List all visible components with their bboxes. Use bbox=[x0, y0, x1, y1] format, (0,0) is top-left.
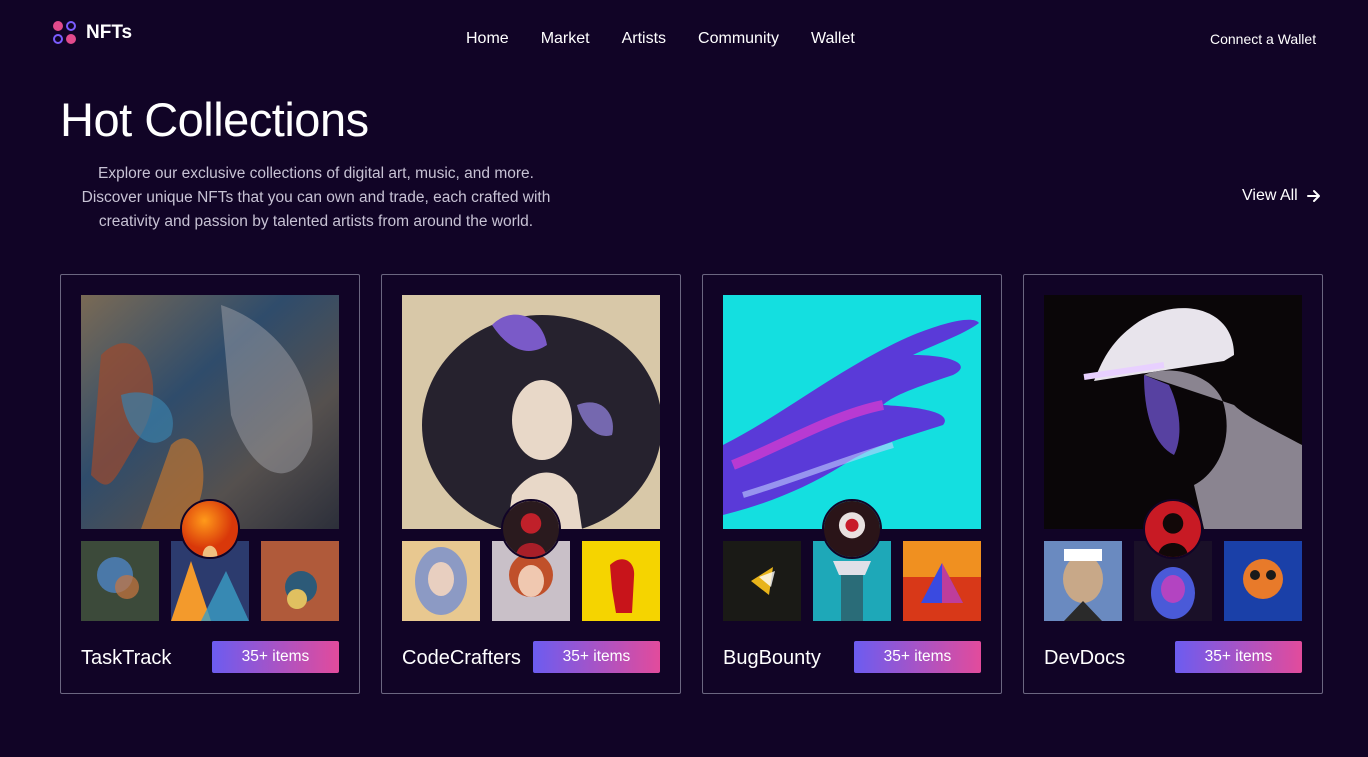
creator-avatar[interactable] bbox=[180, 499, 240, 559]
arrow-right-icon bbox=[1306, 188, 1322, 204]
collection-thumbnail[interactable] bbox=[402, 541, 480, 621]
page-description: Explore our exclusive collections of dig… bbox=[81, 165, 551, 230]
collection-name[interactable]: DevDocs bbox=[1044, 647, 1125, 670]
item-count-badge[interactable]: 35+ items bbox=[854, 641, 981, 673]
item-count-badge[interactable]: 35+ items bbox=[1175, 641, 1302, 673]
brand-logo-icon bbox=[52, 20, 78, 46]
page-title: Hot Collections bbox=[60, 93, 369, 146]
top-nav: NFTs Home Market Artists Community Walle… bbox=[0, 0, 1368, 80]
collection-thumbnail[interactable] bbox=[582, 541, 660, 621]
main-menu: Home Market Artists Community Wallet bbox=[466, 30, 855, 48]
collection-thumbnail[interactable] bbox=[261, 541, 339, 621]
item-count-badge[interactable]: 35+ items bbox=[533, 641, 660, 673]
collection-card[interactable]: TaskTrack 35+ items bbox=[60, 274, 360, 694]
collection-card[interactable]: DevDocs 35+ items bbox=[1023, 274, 1323, 694]
collection-card[interactable]: CodeCrafters 35+ items bbox=[381, 274, 681, 694]
nav-market[interactable]: Market bbox=[541, 30, 590, 48]
collection-thumbnail[interactable] bbox=[903, 541, 981, 621]
connect-wallet-button[interactable]: Connect a Wallet bbox=[1210, 31, 1316, 47]
collection-thumbnail[interactable] bbox=[1044, 541, 1122, 621]
view-all-link[interactable]: View All bbox=[1242, 187, 1322, 205]
creator-avatar[interactable] bbox=[822, 499, 882, 559]
collection-name[interactable]: CodeCrafters bbox=[402, 647, 521, 670]
collection-main-image[interactable] bbox=[723, 295, 981, 529]
nav-artists[interactable]: Artists bbox=[622, 30, 666, 48]
collection-main-image[interactable] bbox=[402, 295, 660, 529]
view-all-label: View All bbox=[1242, 187, 1298, 204]
collection-name[interactable]: TaskTrack bbox=[81, 647, 171, 670]
collection-main-image[interactable] bbox=[81, 295, 339, 529]
nav-community[interactable]: Community bbox=[698, 30, 779, 48]
creator-avatar[interactable] bbox=[501, 499, 561, 559]
nav-home[interactable]: Home bbox=[466, 30, 509, 48]
brand[interactable]: NFTs bbox=[52, 20, 132, 46]
collection-card[interactable]: BugBounty 35+ items bbox=[702, 274, 1002, 694]
brand-name: NFTs bbox=[86, 22, 133, 43]
creator-avatar[interactable] bbox=[1143, 499, 1203, 559]
collection-main-image[interactable] bbox=[1044, 295, 1302, 529]
collection-thumbnail[interactable] bbox=[81, 541, 159, 621]
item-count-badge[interactable]: 35+ items bbox=[212, 641, 339, 673]
collection-thumbnail[interactable] bbox=[723, 541, 801, 621]
collection-name[interactable]: BugBounty bbox=[723, 647, 821, 670]
collection-thumbnail[interactable] bbox=[1224, 541, 1302, 621]
nav-wallet[interactable]: Wallet bbox=[811, 30, 855, 48]
